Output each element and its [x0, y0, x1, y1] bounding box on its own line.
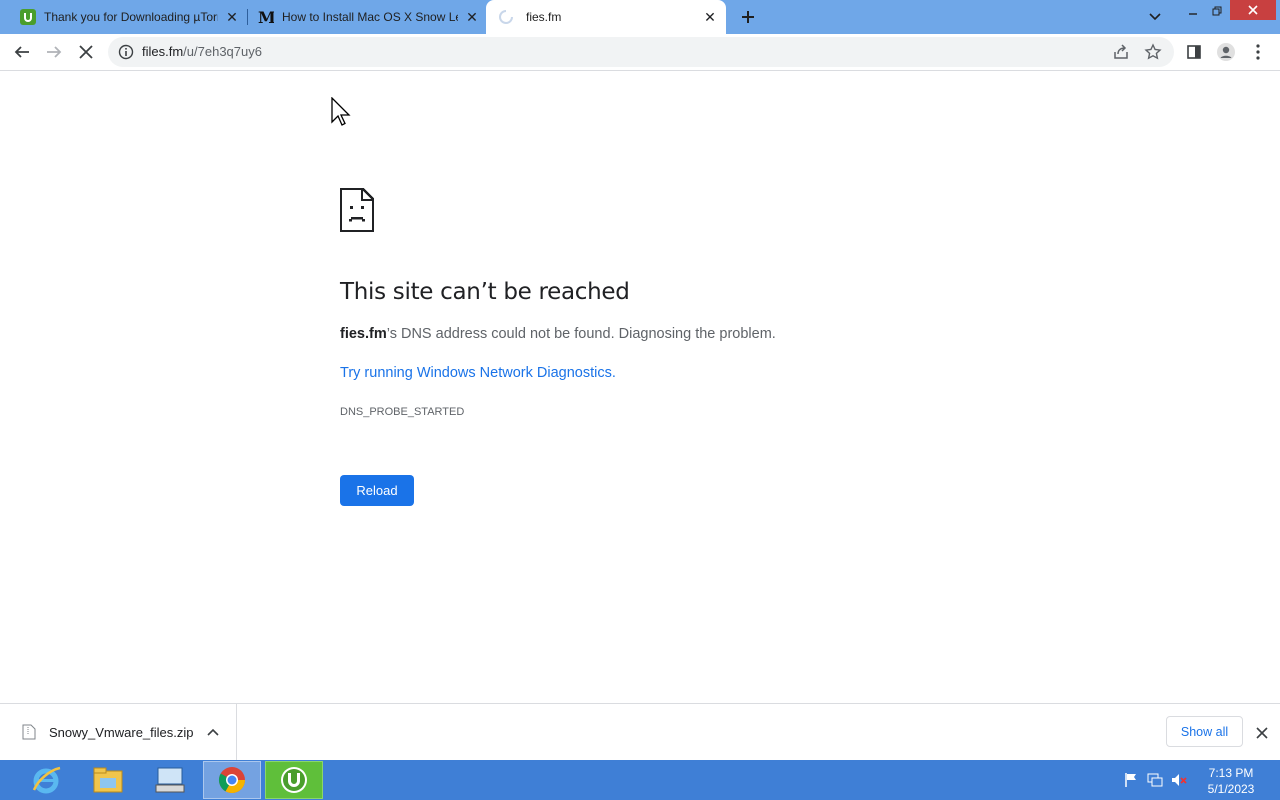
- sad-document-icon: [339, 187, 375, 233]
- tab-utorrent[interactable]: Thank you for Downloading µTorrent ✕: [0, 0, 246, 34]
- restore-button[interactable]: [1206, 0, 1228, 22]
- tab-title: fies.fm: [526, 10, 562, 24]
- error-code: DNS_PROBE_STARTED: [340, 406, 465, 418]
- error-description: fies.fm’s DNS address could not be found…: [340, 326, 776, 342]
- volume-muted-icon[interactable]: [1171, 772, 1187, 788]
- clock-time: 7:13 PM: [1208, 766, 1254, 780]
- browser-toolbar: files.fm/u/7eh3q7uy6: [0, 34, 1280, 71]
- close-shelf-icon[interactable]: [1252, 723, 1272, 743]
- chrome-icon[interactable]: [203, 761, 261, 799]
- forward-button[interactable]: [42, 40, 66, 64]
- loading-spinner-icon: [498, 9, 514, 25]
- side-panel-icon[interactable]: [1182, 40, 1206, 64]
- utorrent-favicon-icon: [20, 9, 36, 25]
- file-explorer-icon[interactable]: [79, 761, 137, 799]
- download-file-name: Snowy_Vmware_files.zip: [49, 725, 194, 740]
- error-host: fies.fm: [340, 326, 387, 342]
- tab-medium[interactable]: M How to Install Mac OS X Snow Leopard ✕: [248, 0, 486, 34]
- chevron-up-icon[interactable]: [204, 724, 222, 742]
- tab-strip: Thank you for Downloading µTorrent ✕ M H…: [0, 0, 1280, 34]
- medium-favicon-icon: M: [258, 9, 274, 25]
- clock-date: 5/1/2023: [1207, 782, 1255, 796]
- download-item[interactable]: Snowy_Vmware_files.zip: [0, 704, 237, 761]
- error-title: This site can’t be reached: [340, 279, 630, 305]
- utorrent-taskbar-icon[interactable]: [265, 761, 323, 799]
- tab-title: How to Install Mac OS X Snow Leopard: [282, 10, 458, 24]
- close-tab-icon[interactable]: ✕: [702, 9, 718, 25]
- close-window-button[interactable]: [1230, 0, 1276, 20]
- url-host: files.fm: [142, 44, 184, 59]
- menu-kebab-icon[interactable]: [1246, 40, 1270, 64]
- new-tab-button[interactable]: [736, 5, 760, 29]
- address-bar[interactable]: files.fm/u/7eh3q7uy6: [108, 37, 1174, 67]
- windows-taskbar: 7:13 PM 5/1/2023: [0, 760, 1280, 800]
- back-button[interactable]: [10, 40, 34, 64]
- profile-avatar-icon[interactable]: [1214, 40, 1238, 64]
- zip-file-icon: [22, 724, 36, 740]
- url-path: /u/7eh3q7uy6: [183, 44, 262, 59]
- internet-explorer-icon[interactable]: [17, 761, 75, 799]
- action-center-flag-icon[interactable]: [1123, 772, 1139, 788]
- on-screen-keyboard-icon[interactable]: [141, 761, 199, 799]
- close-tab-icon[interactable]: ✕: [224, 9, 240, 25]
- stop-loading-button[interactable]: [74, 40, 98, 64]
- site-info-icon[interactable]: [118, 44, 134, 60]
- download-shelf: Snowy_Vmware_files.zip Show all: [0, 703, 1280, 761]
- share-icon[interactable]: [1112, 43, 1130, 61]
- reload-button[interactable]: Reload: [340, 475, 414, 506]
- tab-search-chevron-icon[interactable]: [1144, 6, 1166, 28]
- system-clock[interactable]: 7:13 PM 5/1/2023: [1196, 765, 1266, 797]
- tab-title: Thank you for Downloading µTorrent: [44, 10, 218, 24]
- close-tab-icon[interactable]: ✕: [464, 9, 480, 25]
- network-diagnostics-link[interactable]: Try running Windows Network Diagnostics.: [340, 365, 616, 381]
- svg-text:M: M: [258, 9, 274, 25]
- network-icon[interactable]: [1147, 772, 1163, 788]
- minimize-button[interactable]: [1182, 0, 1204, 22]
- error-description-text: ’s DNS address could not be found. Diagn…: [386, 326, 776, 342]
- tab-active[interactable]: fies.fm ✕: [486, 0, 726, 34]
- mouse-pointer-icon: [331, 96, 351, 127]
- bookmark-star-icon[interactable]: [1144, 43, 1162, 61]
- url-text[interactable]: files.fm/u/7eh3q7uy6: [142, 44, 262, 59]
- show-all-downloads-button[interactable]: Show all: [1166, 716, 1243, 747]
